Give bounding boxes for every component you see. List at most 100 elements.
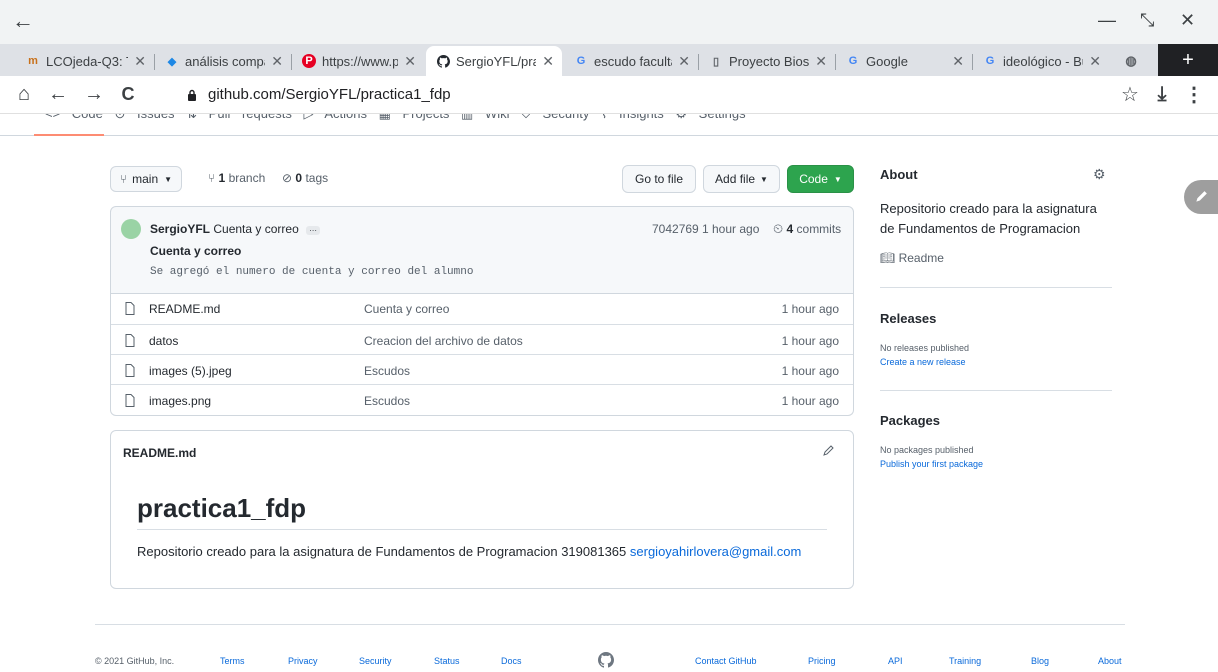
close-tab-icon[interactable]: ✕ (542, 53, 554, 70)
readme-heading: practica1_fdp (137, 493, 307, 523)
branch-icon: ⑂ (208, 171, 219, 185)
publish-package-link[interactable]: Publish your first package (880, 459, 983, 469)
table-row[interactable]: images.png Escudos 1 hour ago (111, 384, 853, 415)
floating-edit-button[interactable] (1184, 180, 1218, 214)
file-name[interactable]: images (5).jpeg (149, 364, 232, 378)
add-file-button[interactable]: Add file ▼ (703, 165, 780, 193)
readme-email-link[interactable]: sergioyahirlovera@gmail.com (630, 544, 801, 559)
close-tab-icon[interactable]: ✕ (404, 53, 416, 70)
code-button[interactable]: Code ▼ (787, 165, 854, 193)
tab-lcojeda[interactable]: m LCOjeda-Q3: TAI ✕ (16, 46, 154, 76)
go-to-file-button[interactable]: Go to file (622, 165, 696, 193)
tab-globe[interactable]: ◍ (1114, 46, 1148, 76)
google-icon: G (576, 55, 586, 67)
readme-link-label: Readme (898, 251, 944, 265)
tab-favicon-icon: ◆ (167, 55, 177, 68)
new-tab-button[interactable]: + (1158, 44, 1218, 76)
table-row[interactable]: README.md Cuenta y correo 1 hour ago (111, 293, 853, 324)
table-row[interactable]: datos Creacion del archivo de datos 1 ho… (111, 324, 853, 355)
lock-icon (188, 89, 196, 101)
close-tab-icon[interactable]: ✕ (952, 53, 964, 70)
commit-message[interactable]: Cuenta y correo (213, 222, 298, 236)
tab-title: https://www.pint (322, 53, 399, 69)
file-name[interactable]: images.png (149, 394, 211, 408)
close-tab-icon[interactable]: ✕ (271, 53, 283, 70)
forward-button[interactable]: → (82, 82, 106, 106)
tab-escudo[interactable]: G escudo facultad ✕ (564, 46, 698, 76)
avatar[interactable] (121, 219, 141, 239)
file-name[interactable]: datos (149, 334, 178, 348)
tag-icon: ⊘ (282, 171, 293, 185)
repo-nav-items[interactable]: <> Code ⊙ Issues ⇅ Pull requests ▷ Actio… (45, 114, 746, 122)
packages-title[interactable]: Packages (880, 413, 940, 428)
commit-author[interactable]: SergioYFL (150, 222, 210, 236)
footer-link-pricing[interactable]: Pricing (808, 656, 836, 666)
footer-link-status[interactable]: Status (434, 656, 460, 666)
book-icon: 📖︎ (880, 251, 896, 265)
expand-commit-button[interactable]: ··· (306, 226, 321, 235)
file-commit-message[interactable]: Escudos (364, 364, 410, 378)
tab-proyecto[interactable]: ▯ Proyecto Biosfer ✕ (699, 46, 835, 76)
branch-selector[interactable]: ⑂ main ▼ (110, 166, 182, 192)
close-window-icon[interactable]: ✕ (1180, 10, 1195, 31)
bookmark-star-icon[interactable]: ☆ (1118, 82, 1142, 106)
releases-title[interactable]: Releases (880, 311, 936, 326)
footer-link-about[interactable]: About (1098, 656, 1122, 666)
chevron-down-icon: ▼ (164, 174, 173, 184)
commit-time: 1 hour ago (702, 222, 760, 236)
tags-link[interactable]: ⊘ 0 tags (282, 171, 328, 185)
address-bar[interactable]: github.com/SergioYFL/practica1_fdp (208, 86, 451, 103)
github-logo-icon[interactable] (598, 652, 614, 668)
tab-title: SergioYFL/practi (456, 53, 537, 69)
file-commit-message[interactable]: Cuenta y correo (364, 302, 449, 316)
tab-pinterest[interactable]: P https://www.pint ✕ (292, 46, 424, 76)
footer-link-api[interactable]: API (888, 656, 903, 666)
close-tab-icon[interactable]: ✕ (1089, 53, 1101, 70)
tag-count: 0 (295, 171, 303, 185)
back-button[interactable]: ← (46, 82, 70, 106)
tab-ideologico[interactable]: G ideológico - Bus ✕ (973, 46, 1109, 76)
file-name[interactable]: README.md (149, 302, 220, 316)
commits-link[interactable]: ⏲ 4 commits (773, 221, 841, 237)
reload-icon[interactable]: C (116, 82, 140, 106)
home-icon[interactable]: ⌂ (12, 82, 36, 106)
footer-link-contact[interactable]: Contact GitHub (695, 656, 757, 666)
footer-link-security[interactable]: Security (359, 656, 392, 666)
menu-icon[interactable]: ⋮ (1182, 82, 1206, 106)
commit-sha[interactable]: 7042769 (652, 222, 699, 236)
branch-icon: ⑂ (119, 172, 128, 186)
create-release-link[interactable]: Create a new release (880, 357, 966, 367)
table-row[interactable]: images (5).jpeg Escudos 1 hour ago (111, 354, 853, 385)
code-label: Code (799, 172, 828, 186)
tab-google[interactable]: G Google ✕ (836, 46, 972, 76)
branch-count: 1 (218, 171, 226, 185)
gear-icon[interactable]: ⚙ (1093, 166, 1106, 183)
footer-link-privacy[interactable]: Privacy (288, 656, 318, 666)
close-tab-icon[interactable]: ✕ (134, 53, 146, 70)
globe-icon: ◍ (1125, 53, 1137, 68)
pencil-icon (1196, 191, 1207, 202)
footer-link-docs[interactable]: Docs (501, 656, 522, 666)
tab-title: ideológico - Bus (1003, 53, 1083, 69)
file-commit-message[interactable]: Creacion del archivo de datos (364, 334, 523, 348)
tab-analisis[interactable]: ◆ análisis compara ✕ (155, 46, 291, 76)
readme-link[interactable]: 📖︎ Readme (880, 251, 944, 265)
minimize-icon[interactable]: — (1098, 10, 1116, 31)
back-arrow-icon[interactable]: ← (12, 8, 34, 34)
edit-pencil-icon[interactable] (822, 445, 834, 457)
footer-link-blog[interactable]: Blog (1031, 656, 1049, 666)
about-title: About (880, 167, 918, 182)
divider (880, 287, 1112, 288)
releases-none: No releases published (880, 343, 970, 353)
tab-github-active[interactable]: SergioYFL/practi ✕ (426, 46, 562, 76)
branches-link[interactable]: ⑂ 1 branch (208, 171, 265, 185)
close-tab-icon[interactable]: ✕ (815, 53, 827, 70)
about-description: Repositorio creado para la asignatura de… (880, 201, 1097, 236)
restore-icon[interactable]: ⤡ (1140, 10, 1154, 31)
file-commit-message[interactable]: Escudos (364, 394, 410, 408)
footer-link-training[interactable]: Training (949, 656, 981, 666)
chevron-down-icon: ▼ (833, 174, 842, 184)
footer-link-terms[interactable]: Terms (220, 656, 245, 666)
close-tab-icon[interactable]: ✕ (678, 53, 690, 70)
download-icon[interactable]: ⤓ (1150, 82, 1174, 106)
